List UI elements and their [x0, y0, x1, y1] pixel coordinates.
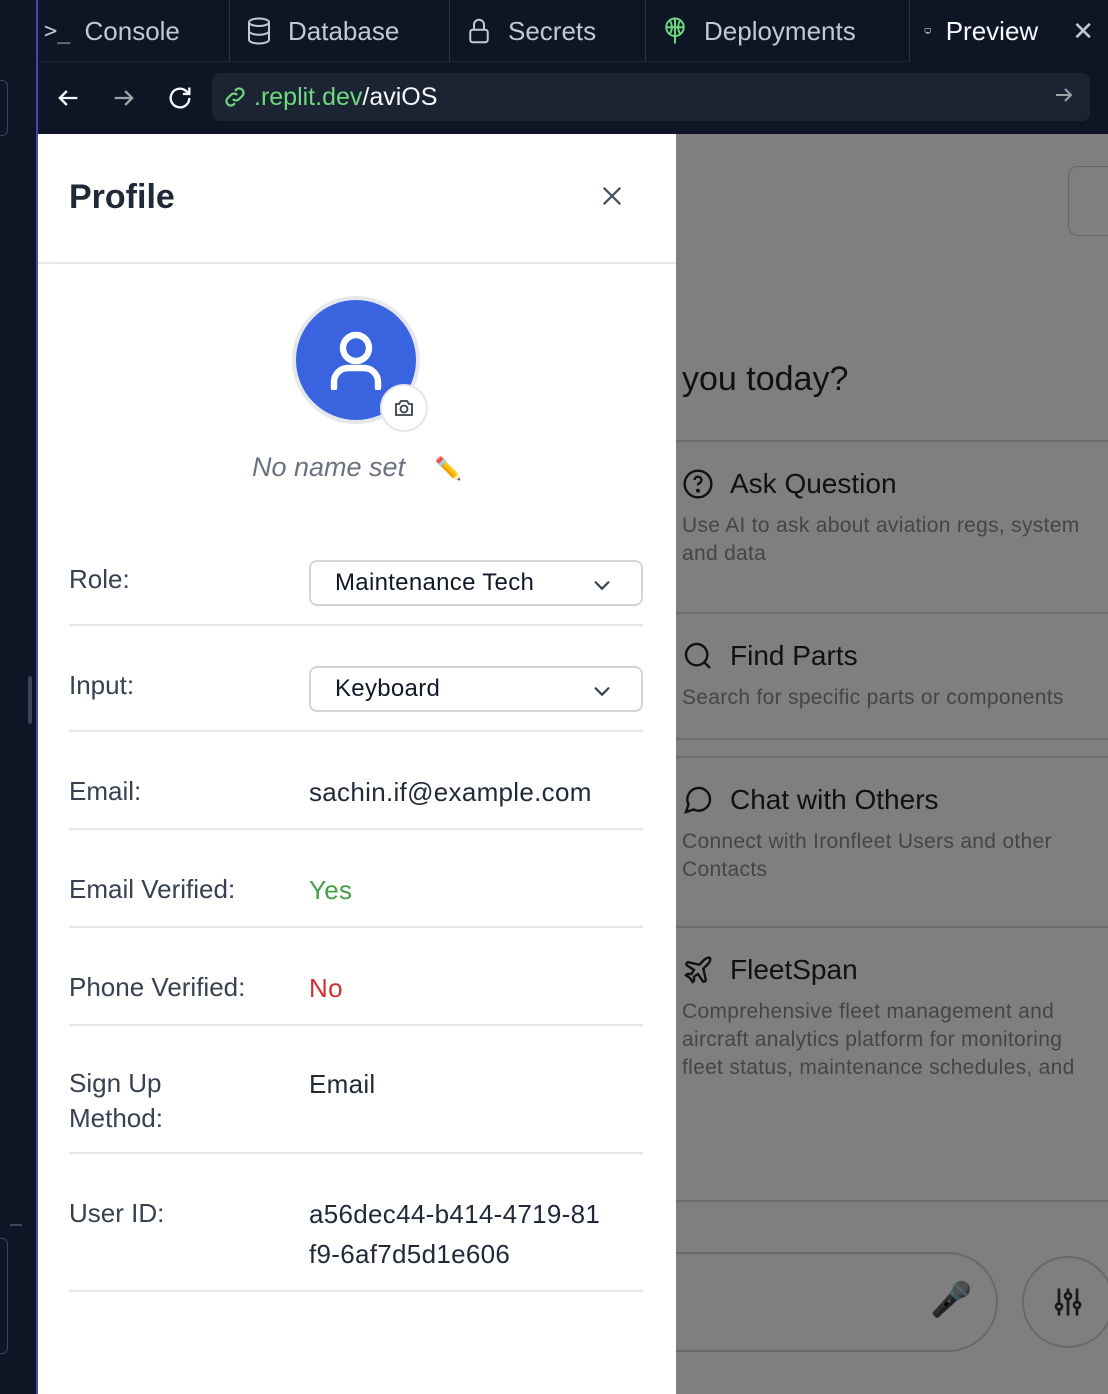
role-label: Role:	[69, 564, 130, 594]
url-path: /aviOS	[362, 82, 438, 111]
tab-deployments[interactable]: Deployments	[646, 0, 910, 62]
forward-button[interactable]	[96, 70, 152, 126]
refresh-icon	[169, 87, 191, 109]
change-photo-button[interactable]	[380, 384, 428, 432]
tab-label: Console	[84, 15, 180, 46]
input-selected-value: Keyboard	[335, 675, 441, 702]
arrow-left-icon	[58, 90, 78, 106]
role-row: Role: Maintenance Tech	[69, 544, 643, 626]
panel-title: Profile	[69, 178, 175, 216]
input-row: Input: Keyboard	[69, 626, 643, 732]
back-button[interactable]	[40, 70, 96, 126]
email-verified-value: Yes	[309, 875, 353, 905]
role-selected-value: Maintenance Tech	[335, 569, 535, 596]
camera-icon	[395, 400, 413, 416]
user-id-row: User ID: a56dec44-b414-4719-81 f9-6af7d5…	[69, 1154, 643, 1292]
phone-verified-value: No	[309, 973, 343, 1003]
user-id-line: f9-6af7d5d1e606	[309, 1239, 511, 1269]
arrow-right-icon	[114, 90, 134, 106]
user-id-label: User ID:	[69, 1198, 165, 1228]
input-select[interactable]: Keyboard	[309, 666, 643, 712]
url-input[interactable]: .replit.dev /aviOS	[212, 73, 1090, 121]
signup-label-line: Sign Up	[69, 1068, 162, 1098]
go-arrow-icon[interactable]	[1052, 83, 1076, 114]
email-verified-label: Email Verified:	[69, 874, 236, 904]
avatar-container	[292, 296, 428, 432]
gutter-panel-edge	[0, 80, 8, 136]
url-domain: .replit.dev	[254, 82, 363, 111]
profile-panel: Profile No name set ✏️ Role: Maintenance…	[38, 134, 676, 1394]
gutter-divider	[10, 1224, 22, 1226]
signup-method-value: Email	[309, 1069, 376, 1099]
pencil-icon[interactable]: ✏️	[435, 456, 462, 481]
link-icon	[222, 84, 248, 110]
email-label: Email:	[69, 776, 142, 806]
email-value: sachin.if@example.com	[309, 777, 592, 807]
signup-label-line: Method:	[69, 1103, 163, 1133]
user-icon	[330, 331, 382, 390]
resize-handle[interactable]	[28, 676, 32, 724]
role-select[interactable]: Maintenance Tech	[309, 560, 643, 606]
reload-button[interactable]	[152, 70, 208, 126]
input-label: Input:	[69, 670, 135, 700]
close-tab-icon[interactable]: ✕	[1072, 16, 1094, 47]
tab-label: Database	[288, 15, 400, 46]
email-row: Email: sachin.if@example.com	[69, 732, 643, 830]
deployments-icon	[665, 17, 685, 44]
lock-icon	[469, 18, 489, 44]
display-name-row: No name set ✏️	[38, 452, 676, 483]
user-id-line: a56dec44-b414-4719-81	[309, 1199, 601, 1229]
close-button[interactable]	[594, 178, 630, 214]
chevron-down-icon	[594, 687, 610, 697]
terminal-icon: >_	[44, 18, 71, 44]
tab-console[interactable]: >_ Console	[38, 0, 230, 62]
display-name: No name set	[252, 452, 406, 482]
signup-method-label: Sign Up Method:	[69, 1066, 163, 1136]
browser-nav-bar: .replit.dev /aviOS	[38, 62, 1108, 134]
phone-verified-row: Phone Verified: No	[69, 928, 643, 1026]
database-icon	[248, 17, 270, 45]
signup-method-row: Sign Up Method: Email	[69, 1026, 643, 1154]
gutter-panel-edge-bottom	[0, 1238, 8, 1354]
tab-label: Secrets	[508, 15, 597, 46]
user-id-value: a56dec44-b414-4719-81 f9-6af7d5d1e606	[309, 1194, 600, 1274]
tab-preview[interactable]: Preview ✕	[910, 0, 1108, 62]
preview-pane: you today? Ask Question Use AI to ask ab…	[38, 134, 1108, 1394]
tab-label: Preview	[945, 15, 1039, 46]
panel-header: Profile	[38, 134, 676, 264]
email-verified-row: Email Verified: Yes	[69, 830, 643, 928]
ide-left-gutter	[0, 0, 38, 1394]
tab-database[interactable]: Database	[230, 0, 450, 62]
close-icon	[603, 187, 621, 205]
tab-label: Deployments	[704, 15, 856, 46]
phone-verified-label: Phone Verified:	[69, 972, 246, 1002]
monitor-icon	[924, 28, 932, 34]
chevron-down-icon	[594, 581, 610, 591]
tab-secrets[interactable]: Secrets	[450, 0, 646, 62]
tab-bar: >_ Console Database Secrets Deployments …	[38, 0, 1108, 62]
